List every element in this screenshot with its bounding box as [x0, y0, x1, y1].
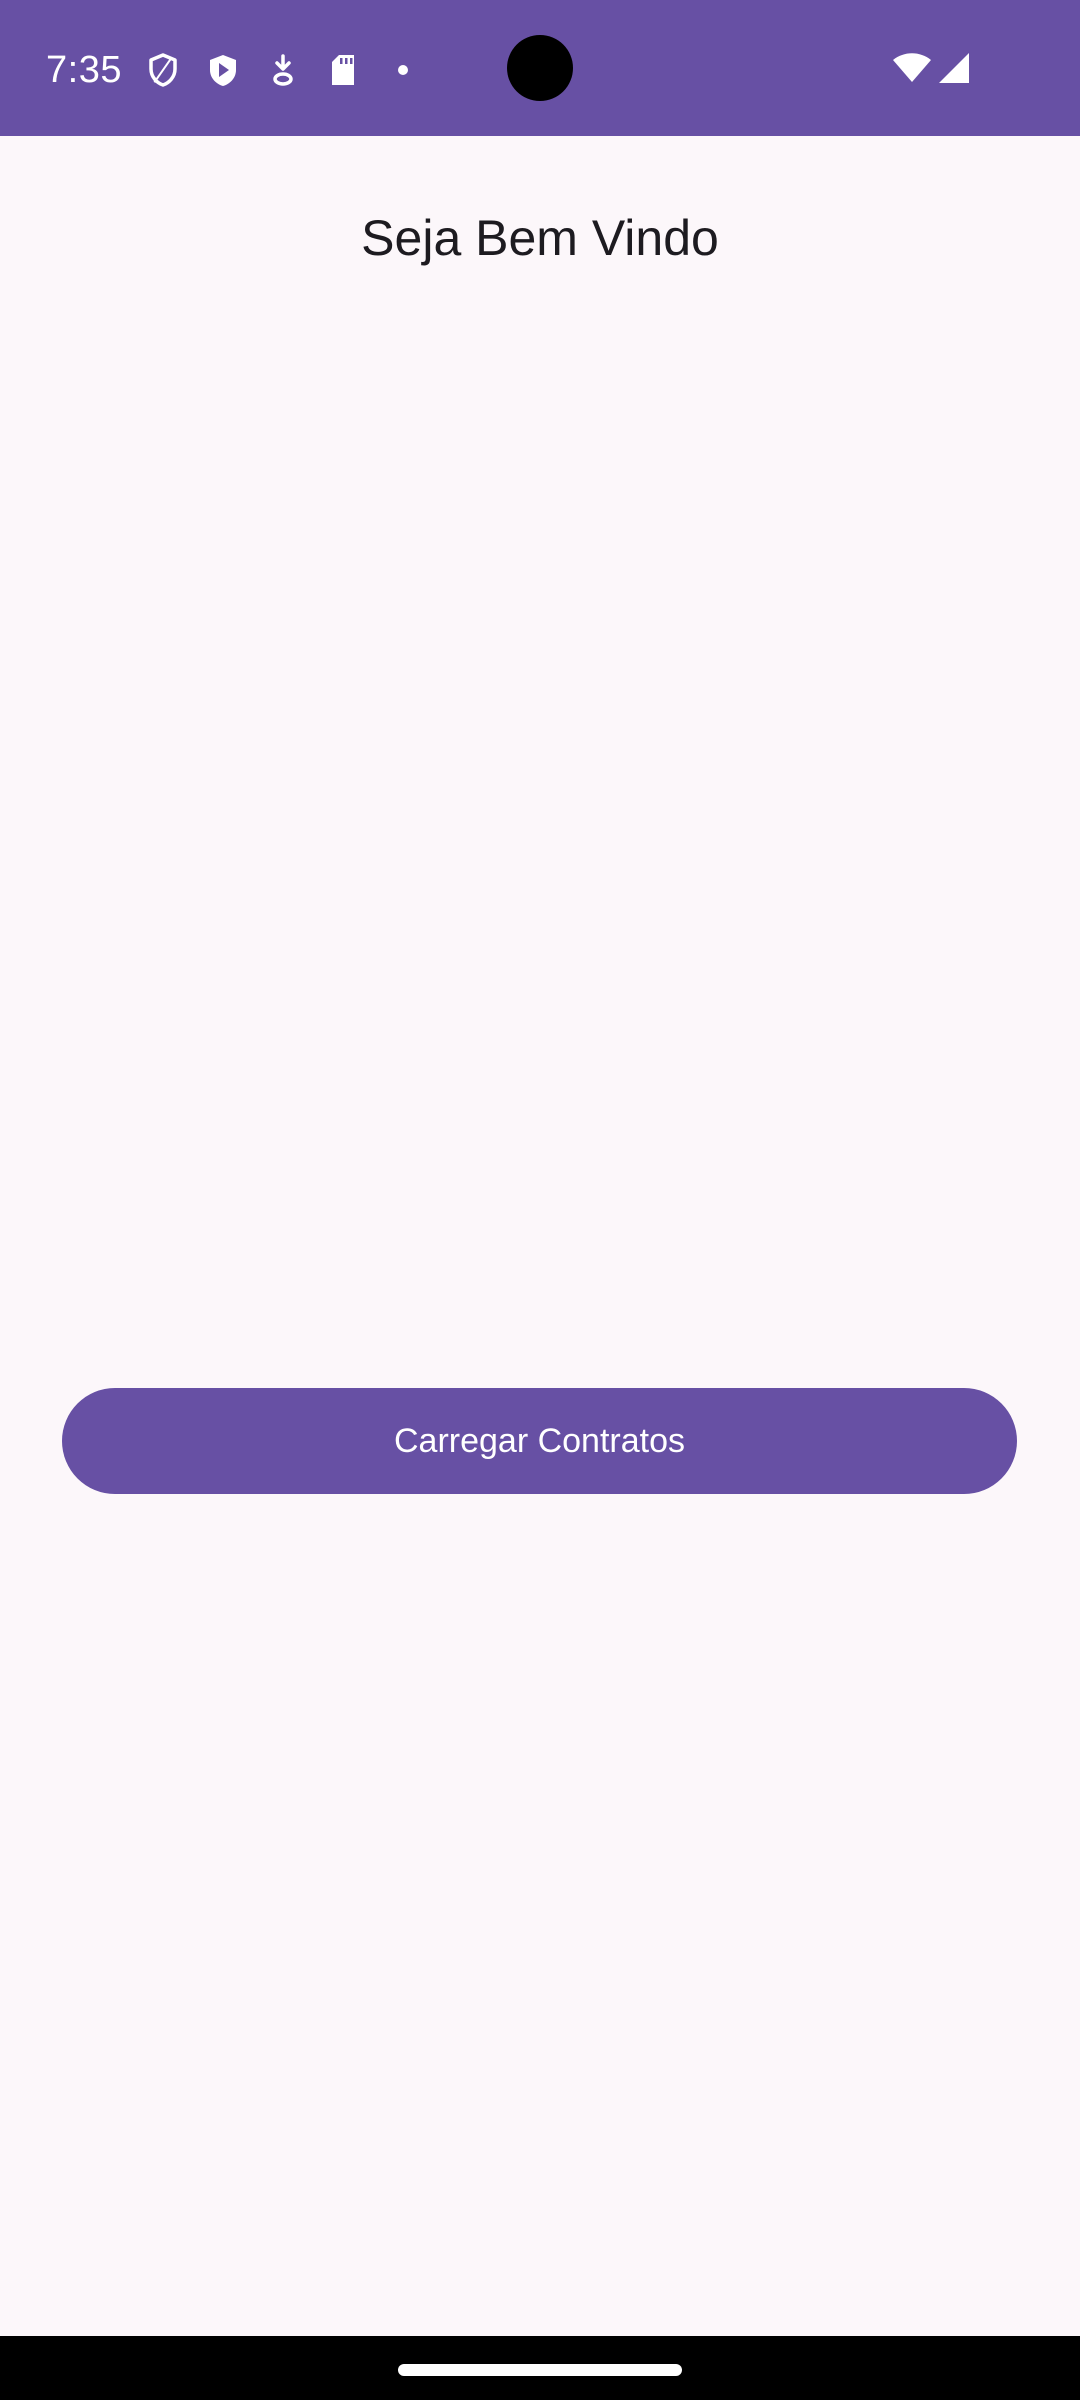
- load-contracts-button[interactable]: Carregar Contratos: [62, 1388, 1017, 1494]
- shield-icon: [146, 51, 180, 89]
- page-title: Seja Bem Vindo: [361, 210, 719, 266]
- camera-cutout: [507, 35, 573, 101]
- cell-signal-icon: [938, 52, 970, 89]
- download-icon: [266, 51, 300, 89]
- status-time: 7:35: [46, 49, 122, 91]
- navigation-bar: [0, 2336, 1080, 2400]
- sd-card-icon: [326, 51, 360, 89]
- system-icons: [892, 50, 970, 90]
- wifi-icon: [892, 52, 932, 89]
- dot-icon: [386, 51, 420, 89]
- home-handle[interactable]: [398, 2364, 682, 2376]
- play-store-icon: [206, 51, 240, 89]
- main-content: Seja Bem Vindo Carregar Contratos: [0, 136, 1080, 2336]
- status-bar: 7:35: [0, 0, 1080, 136]
- notification-icons: [146, 50, 420, 90]
